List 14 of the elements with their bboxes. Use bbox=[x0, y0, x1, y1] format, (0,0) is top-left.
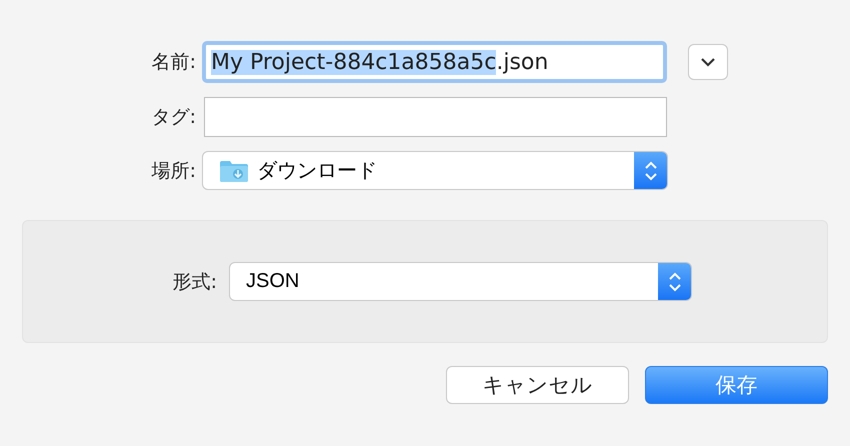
location-popup[interactable]: ダウンロード bbox=[202, 151, 668, 190]
format-label: 形式: bbox=[172, 270, 218, 294]
stepper-arrows-icon bbox=[668, 270, 682, 292]
cancel-button[interactable]: キャンセル bbox=[446, 366, 629, 404]
stepper-arrows-icon bbox=[644, 160, 658, 182]
chevron-down-icon bbox=[700, 57, 716, 67]
format-popup[interactable]: JSON bbox=[229, 262, 692, 301]
filename-field[interactable]: My Project-884c1a858a5c.json bbox=[202, 41, 667, 83]
name-label: 名前: bbox=[150, 50, 197, 75]
tags-field[interactable] bbox=[204, 97, 667, 137]
expand-button[interactable] bbox=[688, 44, 728, 80]
tags-label: タグ: bbox=[150, 105, 197, 130]
download-folder-icon bbox=[219, 158, 249, 182]
location-label: 場所: bbox=[150, 158, 197, 184]
